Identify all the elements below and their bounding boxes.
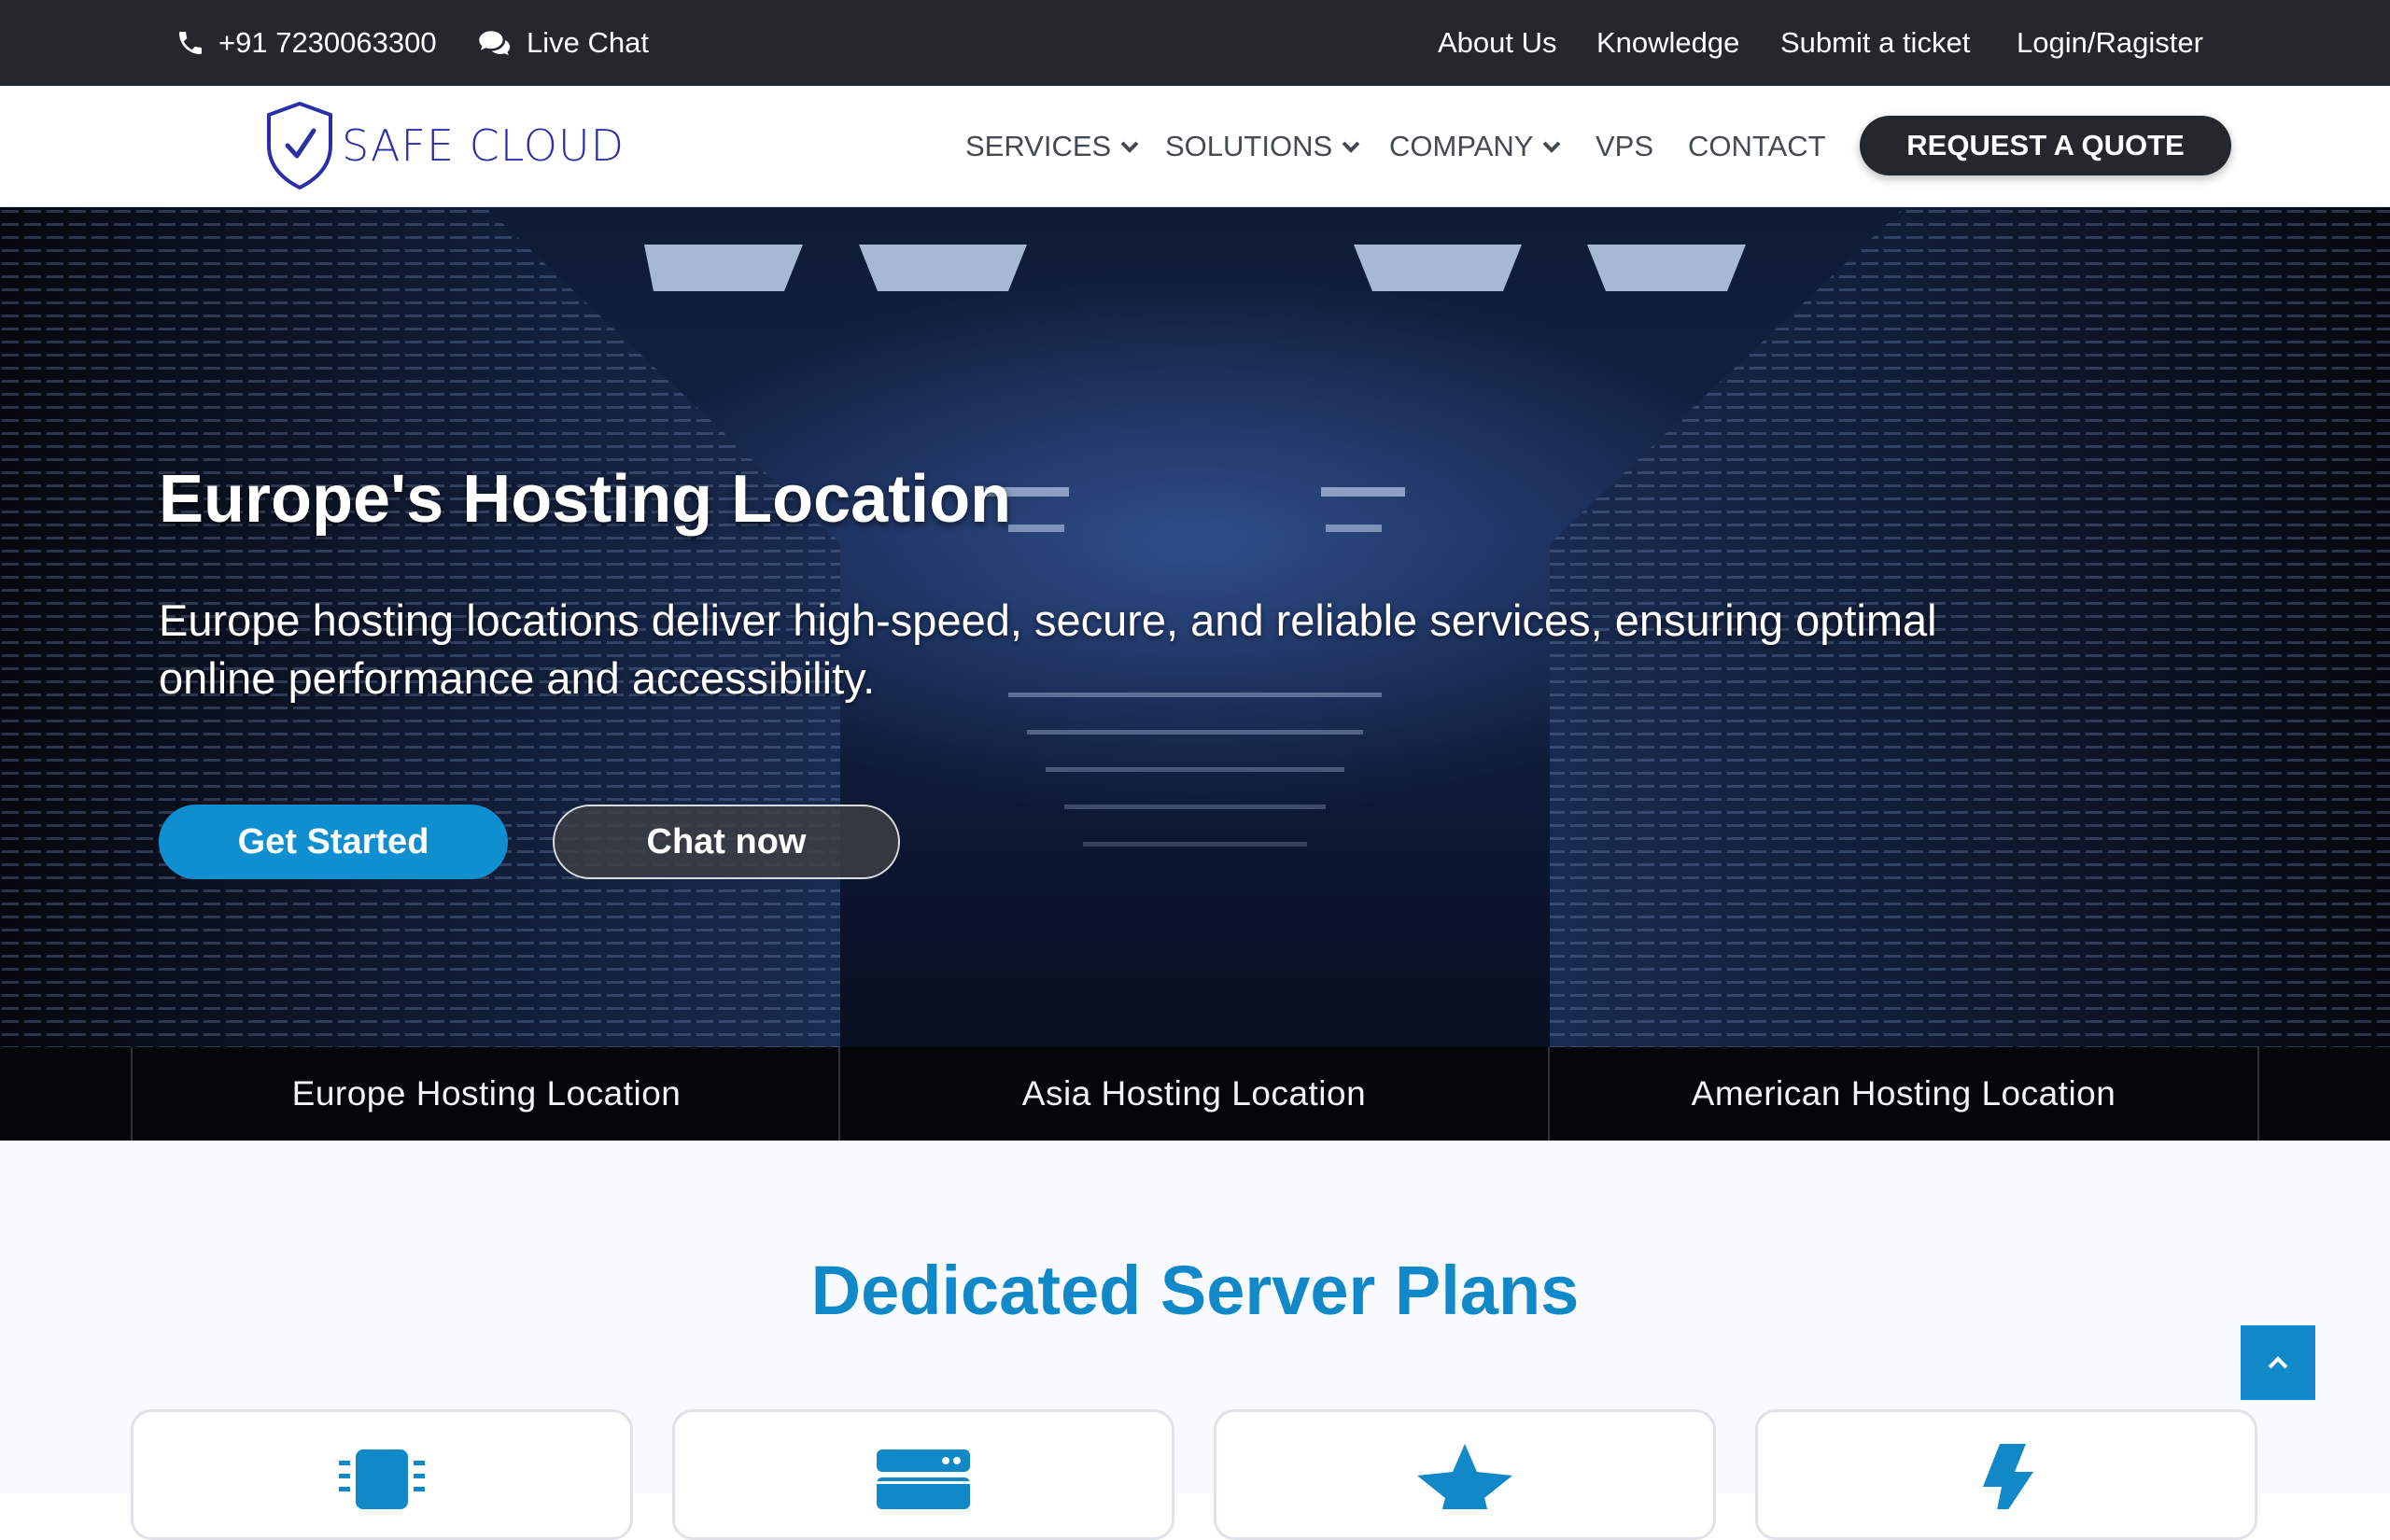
chevron-down-icon — [1543, 141, 1561, 153]
nav-company-label: COMPANY — [1389, 130, 1534, 162]
nav-contact[interactable]: CONTACT — [1688, 86, 1826, 207]
logo-text: SAFE CLOUD — [342, 120, 626, 171]
live-chat-label: Live Chat — [527, 26, 649, 59]
main-navbar: SAFE CLOUD SERVICES SOLUTIONS COMPANY VP… — [0, 86, 2390, 207]
tab-asia-location[interactable]: Asia Hosting Location — [838, 1047, 1548, 1141]
top-bar: +91 7230063300 Live Chat About Us Knowle… — [0, 0, 2390, 86]
hero-subtitle: Europe hosting locations deliver high-sp… — [159, 595, 1937, 703]
phone-icon — [179, 32, 202, 54]
tab-american-location[interactable]: American Hosting Location — [1548, 1047, 2259, 1141]
server-icon — [877, 1449, 970, 1509]
about-us-link[interactable]: About Us — [1438, 0, 1557, 86]
star-icon — [1417, 1444, 1512, 1509]
login-register-link[interactable]: Login/Ragister — [2017, 0, 2203, 86]
chevron-up-icon — [2268, 1356, 2288, 1369]
nav-solutions-label: SOLUTIONS — [1165, 130, 1333, 162]
hero-title: Europe's Hosting Location — [159, 462, 1012, 537]
chevron-down-icon — [1120, 141, 1139, 153]
scroll-to-top-button[interactable] — [2241, 1325, 2315, 1400]
request-quote-button[interactable]: REQUEST A QUOTE — [1860, 116, 2231, 175]
chat-now-button[interactable]: Chat now — [553, 805, 900, 879]
phone-number: +91 7230063300 — [218, 26, 437, 59]
knowledge-link[interactable]: Knowledge — [1596, 0, 1739, 86]
plan-card[interactable] — [672, 1409, 1174, 1540]
logo[interactable]: SAFE CLOUD — [265, 99, 625, 192]
plan-card[interactable] — [1755, 1409, 2257, 1540]
tab-europe-location[interactable]: Europe Hosting Location — [131, 1047, 840, 1141]
shield-check-icon — [267, 101, 332, 190]
hero-banner: Europe's Hosting Location Europe hosting… — [0, 207, 2390, 1141]
nav-vps[interactable]: VPS — [1596, 86, 1653, 207]
location-tabs: Europe Hosting Location Asia Hosting Loc… — [0, 1047, 2390, 1141]
plans-title: Dedicated Server Plans — [810, 1252, 1580, 1329]
nav-solutions[interactable]: SOLUTIONS — [1165, 86, 1360, 207]
nav-company[interactable]: COMPANY — [1389, 86, 1561, 207]
chevron-down-icon — [1342, 141, 1360, 153]
cpu-icon — [339, 1449, 425, 1509]
get-started-button[interactable]: Get Started — [159, 805, 508, 879]
plan-card[interactable] — [131, 1409, 633, 1540]
nav-services[interactable]: SERVICES — [965, 86, 1139, 207]
nav-services-label: SERVICES — [965, 130, 1112, 162]
dedicated-plans-section: Dedicated Server Plans — [0, 1141, 2390, 1540]
live-chat-link[interactable]: Live Chat — [478, 0, 649, 86]
chat-icon — [479, 31, 511, 56]
plan-card[interactable] — [1214, 1409, 1716, 1540]
bolt-icon — [1983, 1444, 2033, 1509]
submit-ticket-link[interactable]: Submit a ticket — [1780, 0, 1970, 86]
phone-link[interactable]: +91 7230063300 — [176, 0, 437, 86]
